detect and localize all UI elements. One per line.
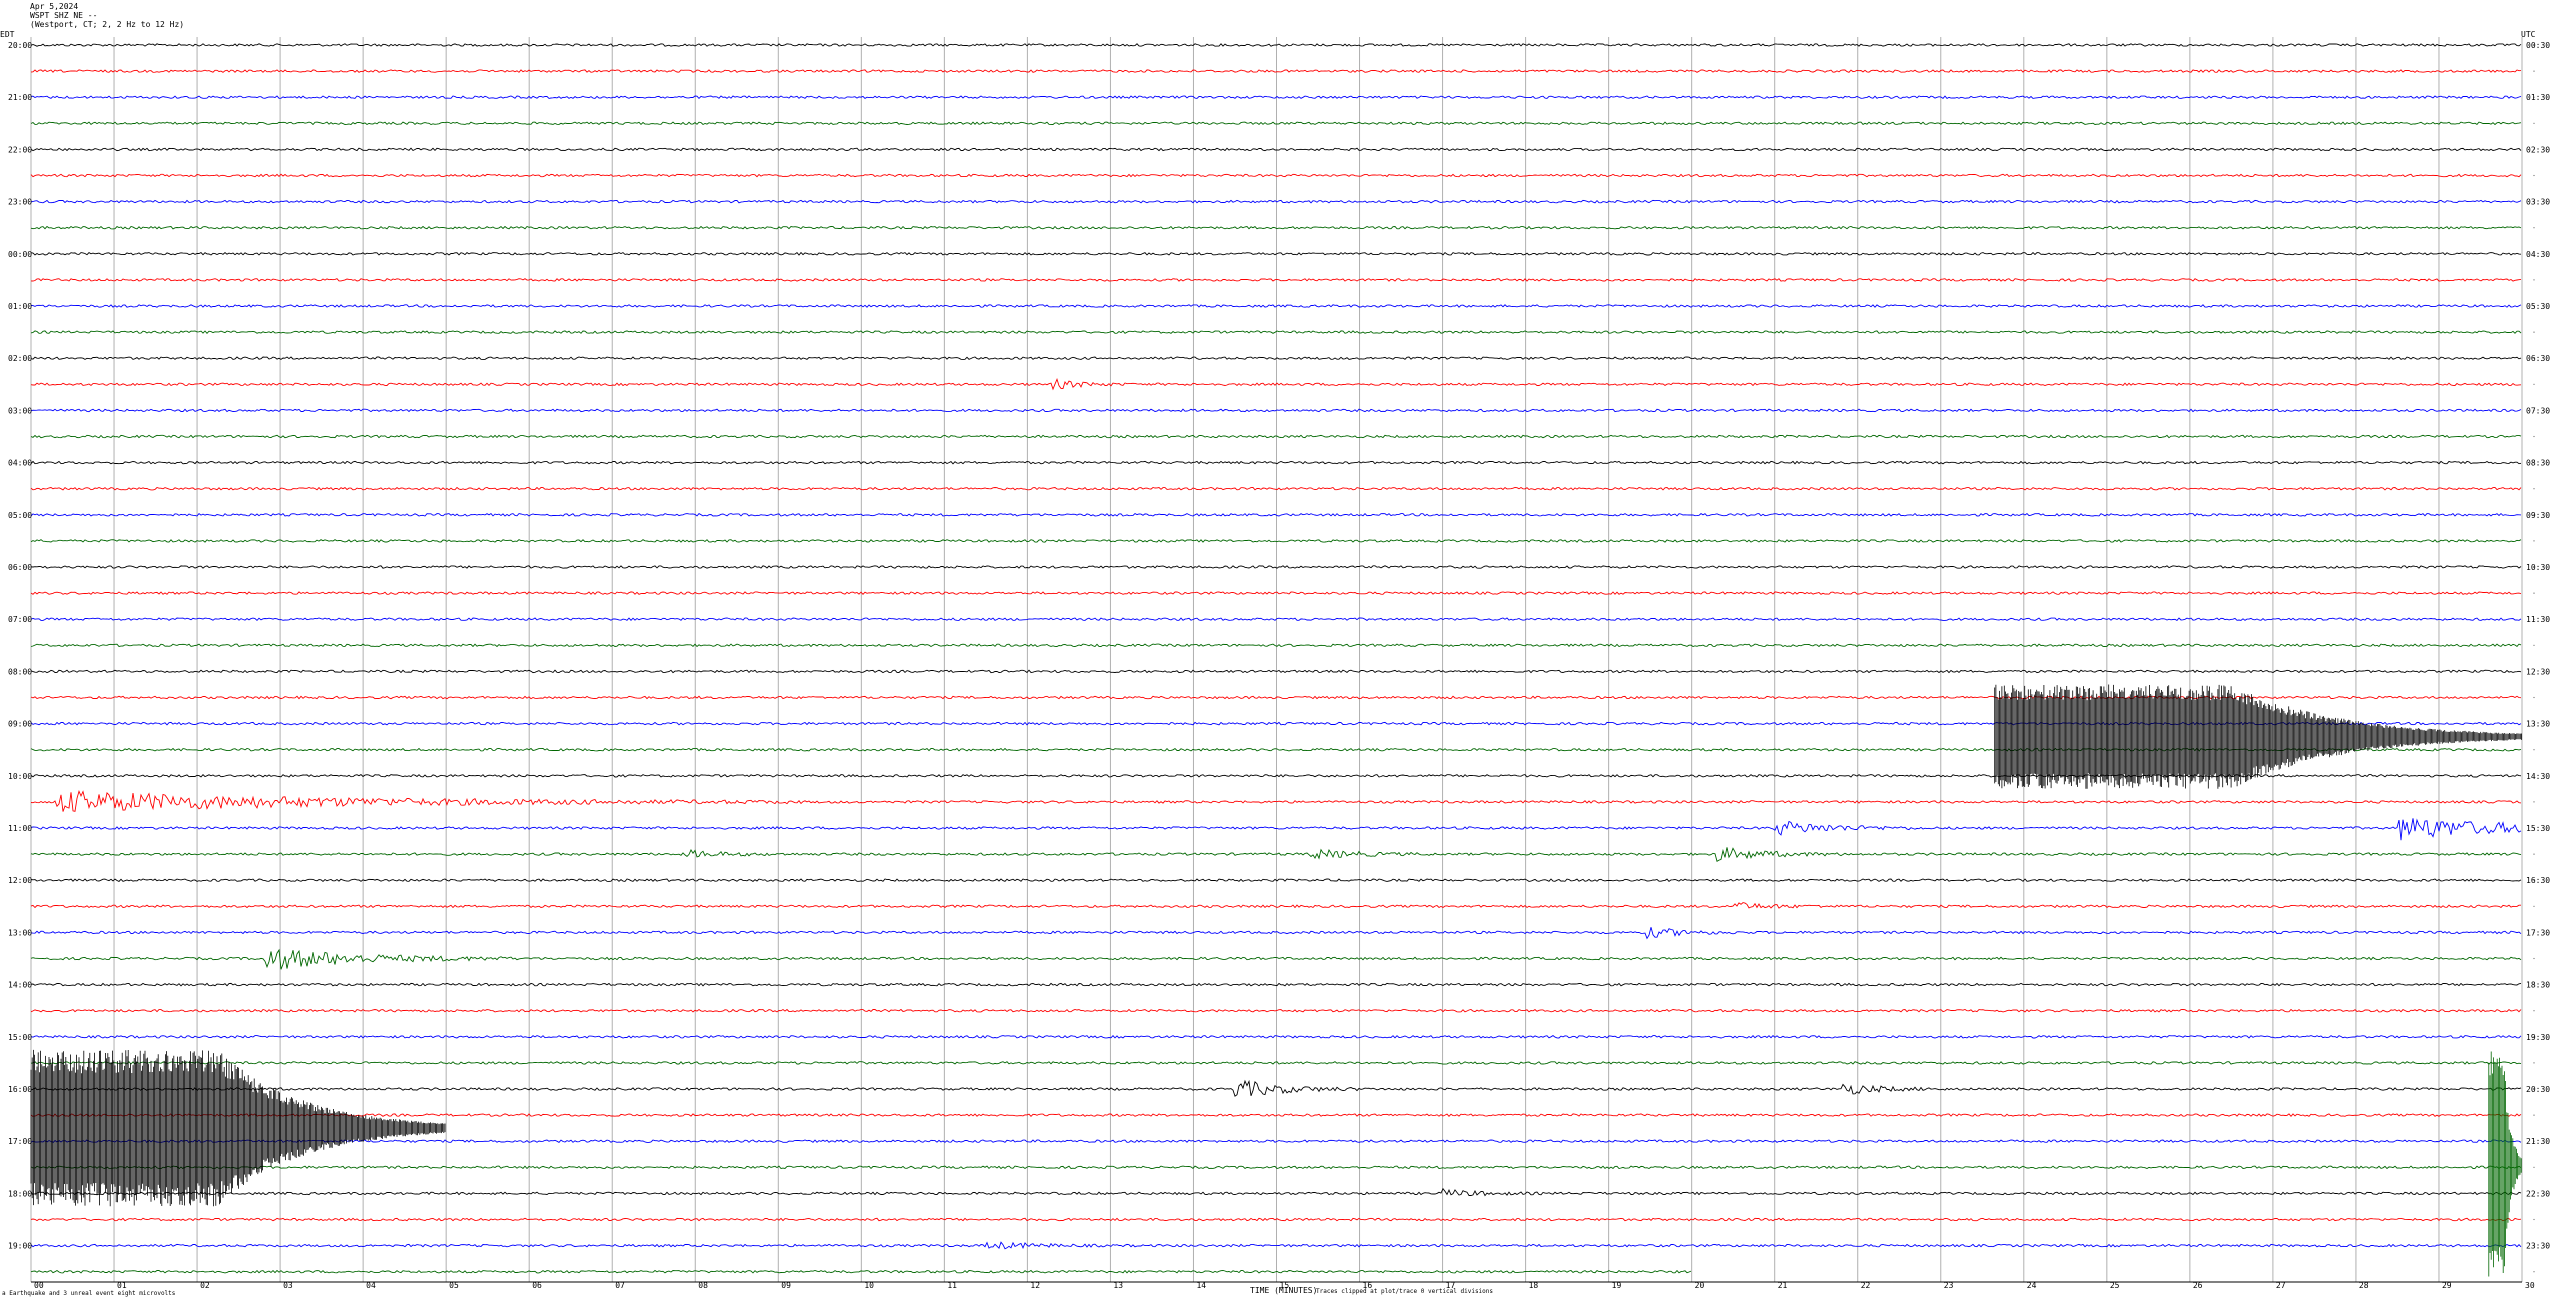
x-tick-label-30: 30 <box>2525 1281 2535 1290</box>
trace-scale-marker-11 <box>2533 331 2535 333</box>
right-hour-label: 21:30 <box>2526 1137 2550 1146</box>
footer-note: Traces clipped at plot/trace 0 vertical … <box>1316 1288 1494 1295</box>
left-hour-label: 21:00 <box>8 93 32 102</box>
left-hour-label: 22:00 <box>8 145 32 154</box>
left-hour-label: 07:00 <box>8 615 32 624</box>
trace-scale-marker-19 <box>2533 540 2535 542</box>
left-hour-label: 04:00 <box>8 459 32 468</box>
right-hour-label: 07:30 <box>2526 406 2550 415</box>
trace-scale-marker-47 <box>2533 1271 2535 1273</box>
right-hour-label: 05:30 <box>2526 302 2550 311</box>
clipped-event-1 <box>30 1049 446 1207</box>
right-hour-label: 19:30 <box>2526 1033 2550 1042</box>
left-hour-label: 13:00 <box>8 928 32 937</box>
clipped-event-2 <box>2488 1051 2522 1277</box>
trace-scale-marker-9 <box>2533 279 2535 281</box>
left-hour-label: 05:00 <box>8 511 32 520</box>
trace-scale-marker-45 <box>2533 1218 2535 1221</box>
left-hour-label: 00:00 <box>8 250 32 259</box>
right-hour-label: 14:30 <box>2526 772 2550 781</box>
left-hour-label: 14:00 <box>8 981 32 990</box>
footer-left-note: a Earthquake and 3 unreal event eight mi… <box>2 1290 176 1297</box>
left-hour-label: 20:00 <box>8 41 32 50</box>
left-hour-label: 19:00 <box>8 1242 32 1251</box>
right-hour-label: 10:30 <box>2526 563 2550 572</box>
right-hour-label: 15:30 <box>2526 824 2550 833</box>
right-hour-label: 08:30 <box>2526 459 2550 468</box>
right-hour-label: 03:30 <box>2526 198 2550 207</box>
left-hour-label: 12:00 <box>8 876 32 885</box>
right-hour-label: 23:30 <box>2526 1242 2550 1251</box>
left-hour-label: 10:00 <box>8 772 32 781</box>
trace-scale-marker-35 <box>2533 957 2535 960</box>
left-hour-label: 17:00 <box>8 1137 32 1146</box>
trace-scale-marker-31 <box>2533 853 2535 855</box>
right-hour-label: 16:30 <box>2526 876 2550 885</box>
trace-scale-marker-33 <box>2533 905 2535 907</box>
trace-scale-marker-5 <box>2533 174 2535 177</box>
right-hour-label: 01:30 <box>2526 93 2550 102</box>
trace-scale-marker-23 <box>2533 644 2535 646</box>
trace-scale-marker-25 <box>2533 696 2535 699</box>
right-hour-label: 13:30 <box>2526 720 2550 729</box>
right-hour-label: 12:30 <box>2526 667 2550 676</box>
trace-scale-marker-17 <box>2533 488 2535 490</box>
right-hour-label: 11:30 <box>2526 615 2550 624</box>
right-hour-label: 04:30 <box>2526 250 2550 259</box>
trace-scale-marker-13 <box>2533 383 2535 385</box>
right-hour-label: 17:30 <box>2526 928 2550 937</box>
left-hour-label: 09:00 <box>8 720 32 729</box>
right-hour-label: 00:30 <box>2526 41 2550 50</box>
trace-scale-marker-41 <box>2533 1114 2535 1116</box>
left-hour-label: 18:00 <box>8 1189 32 1198</box>
trace-scale-marker-7 <box>2533 227 2535 229</box>
x-axis-label: TIME (MINUTES) <box>1250 1286 1318 1295</box>
right-hour-label: 22:30 <box>2526 1189 2550 1198</box>
left-hour-label: 02:00 <box>8 354 32 363</box>
left-hour-label: 08:00 <box>8 667 32 676</box>
trace-scale-marker-37 <box>2533 1010 2535 1012</box>
left-hour-label: 03:00 <box>8 406 32 415</box>
trace-scale-marker-1 <box>2533 70 2535 72</box>
right-hour-label: 09:30 <box>2526 511 2550 520</box>
right-hour-label: 02:30 <box>2526 145 2550 154</box>
left-hour-label: 11:00 <box>8 824 32 833</box>
trace-scale-marker-29 <box>2533 801 2535 803</box>
right-hour-label: 06:30 <box>2526 354 2550 363</box>
trace-scale-marker-27 <box>2533 749 2535 751</box>
clipped-event-0 <box>1994 684 2522 789</box>
trace-scale-marker-21 <box>2533 592 2535 594</box>
trace-scale-marker-43 <box>2533 1166 2535 1168</box>
left-hour-label: 01:00 <box>8 302 32 311</box>
trace-scale-marker-15 <box>2533 435 2535 438</box>
trace-scale-marker-3 <box>2533 122 2535 124</box>
helicorder-plot: 00 01 02 03 04 05 06 07 08 09 10 11 12 13 14 15 16 17 18 19… <box>8 37 2550 1290</box>
right-hour-label: 20:30 <box>2526 1085 2550 1094</box>
trace-scale-marker-39 <box>2533 1062 2535 1064</box>
right-hour-label: 18:30 <box>2526 981 2550 990</box>
left-hour-label: 06:00 <box>8 563 32 572</box>
left-hour-label: 23:00 <box>8 198 32 207</box>
left-hour-label: 16:00 <box>8 1085 32 1094</box>
left-hour-label: 15:00 <box>8 1033 32 1042</box>
